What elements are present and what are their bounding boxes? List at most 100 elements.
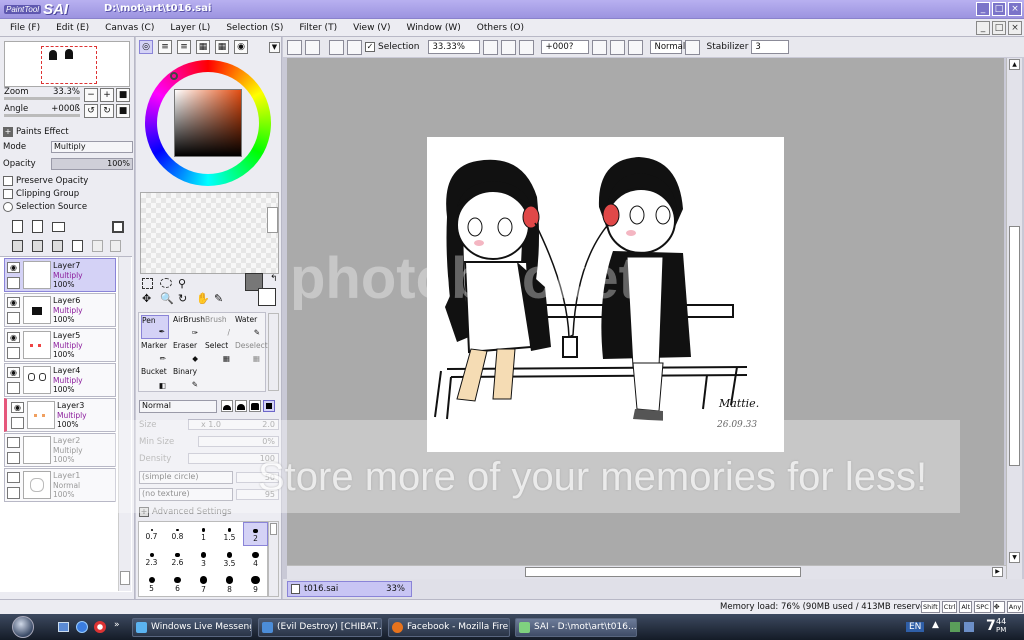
tool-marker[interactable]: Marker ✏ (141, 341, 169, 365)
scratchpad[interactable] (140, 192, 279, 274)
scroll-down-icon[interactable]: ▼ (1009, 552, 1020, 563)
brush-blend-select[interactable]: Normal (139, 400, 217, 413)
color-wheel-tab-icon[interactable]: ◎ (139, 40, 153, 54)
menu-selection[interactable]: Selection (S) (226, 23, 283, 33)
brush-hard-icon[interactable] (221, 400, 233, 412)
saturation-value-square[interactable] (174, 89, 242, 157)
menu-filter[interactable]: Filter (T) (299, 23, 337, 33)
brush-square-icon[interactable] (263, 400, 275, 412)
new-layer-icon[interactable] (12, 220, 23, 233)
tool-binary[interactable]: Binary ✎ (173, 367, 201, 391)
swap-colors-icon[interactable]: ↰ (270, 274, 278, 284)
brush-size-preset[interactable]: 1.5 (217, 522, 242, 546)
navigator-preview[interactable] (4, 41, 130, 87)
show-desktop-icon[interactable] (58, 622, 69, 632)
brush-size-preset[interactable]: 7 (191, 572, 216, 596)
close-button[interactable]: × (1008, 2, 1022, 16)
merge-down-icon[interactable] (32, 240, 43, 252)
zoom-slider[interactable] (4, 97, 80, 100)
brush-texture-value[interactable]: 95 (236, 489, 279, 500)
brush-size-preset[interactable]: 2.3 (139, 547, 164, 571)
nav-rotate-reset-button[interactable]: ■ (116, 104, 130, 118)
quicklaunch-more-icon[interactable]: » (114, 620, 120, 630)
selection-checkbox[interactable]: ✓ (365, 42, 375, 52)
rect-select-icon[interactable] (142, 278, 153, 289)
clock-ampm[interactable]: PM (996, 626, 1006, 634)
pen-lock-icon[interactable] (7, 382, 20, 394)
pen-lock-icon[interactable] (7, 487, 20, 499)
brush-size-preset[interactable]: 3 (191, 547, 216, 571)
new-folder-icon[interactable] (52, 222, 65, 232)
zoom-in-button[interactable] (501, 39, 517, 55)
layer-list-scrollbar[interactable] (118, 257, 131, 591)
menu-view[interactable]: View (V) (353, 23, 390, 33)
density-slider[interactable]: 100 (188, 453, 279, 464)
nav-zoom-out-button[interactable]: − (84, 88, 98, 102)
menu-file[interactable]: File (F) (10, 23, 40, 33)
language-indicator[interactable]: EN (906, 622, 925, 632)
brush-size-preset[interactable]: 2.6 (165, 547, 190, 571)
tool-grid-scrollbar[interactable] (268, 313, 279, 391)
rotate-left-button[interactable] (592, 39, 608, 55)
size-presets-scrollbar[interactable] (268, 521, 279, 597)
doc-restore-button[interactable]: □ (992, 21, 1006, 35)
nav-rotate-right-button[interactable]: ↻ (100, 104, 114, 118)
angle-select[interactable]: +000? (541, 40, 590, 54)
tool-deselect[interactable]: Deselect ▦ (235, 341, 268, 365)
maximize-button[interactable]: □ (992, 2, 1006, 16)
delete-layer-icon[interactable] (72, 240, 83, 252)
brush-size-preset[interactable]: 8 (217, 572, 242, 596)
angle-slider[interactable] (4, 114, 80, 117)
task-messenger[interactable]: Windows Live Messenger (132, 618, 252, 637)
selection-source-checkbox[interactable] (3, 202, 13, 212)
clock-hour[interactable]: 7 (986, 618, 996, 634)
vertical-scroll-thumb[interactable] (1009, 226, 1020, 466)
clear-layer-icon[interactable] (52, 240, 63, 252)
scroll-right-icon[interactable]: ▶ (992, 567, 1003, 577)
start-orb-button[interactable] (12, 616, 34, 638)
tool-eraser[interactable]: Eraser ◆ (173, 341, 201, 365)
apply-mask-icon[interactable] (92, 240, 103, 252)
lasso-icon[interactable] (160, 278, 172, 288)
visibility-eye-icon[interactable]: ◉ (7, 297, 20, 308)
delete-mask-icon[interactable] (110, 240, 121, 252)
size-slider[interactable]: x 1.0 2.0 (188, 419, 279, 430)
rotate-tool-icon[interactable]: ↻ (178, 292, 187, 305)
new-linework-layer-icon[interactable] (32, 220, 43, 233)
hsv-slider-tab-icon[interactable]: ≡ (177, 40, 191, 54)
tray-network-icon[interactable] (950, 622, 960, 632)
menu-canvas[interactable]: Canvas (C) (105, 23, 154, 33)
move-icon[interactable]: ✥ (142, 292, 151, 305)
panel-menu-chevron-icon[interactable]: ▼ (269, 42, 280, 53)
layer-item[interactable]: Layer2 Multiply 100% (4, 433, 116, 467)
preserve-opacity-checkbox[interactable] (3, 176, 13, 186)
hue-handle[interactable] (170, 72, 178, 80)
layer-item[interactable]: ◉ Layer7 Multiply 100% (4, 258, 116, 292)
task-sai[interactable]: SAI - D:\mot\art\t016.... (515, 618, 637, 637)
clock-minute[interactable]: 44 (996, 617, 1006, 626)
secondary-color-swatch[interactable] (258, 288, 276, 306)
transfer-down-icon[interactable] (12, 240, 23, 252)
menu-others[interactable]: Others (O) (477, 23, 524, 33)
layer-item[interactable]: Layer1 Normal 100% (4, 468, 116, 502)
layer-item[interactable]: ◉ Layer4 Multiply 100% (4, 363, 116, 397)
visibility-eye-icon[interactable]: ◉ (7, 332, 20, 343)
minimize-button[interactable]: _ (976, 2, 990, 16)
doc-close-button[interactable]: × (1008, 21, 1022, 35)
scroll-up-icon[interactable]: ▲ (1009, 59, 1020, 70)
brush-size-preset[interactable]: 3.5 (217, 547, 242, 571)
task-chibat[interactable]: (Evil Destroy) [CHIBAT... (258, 618, 382, 637)
nav-rotate-left-button[interactable]: ↺ (84, 104, 98, 118)
pen-lock-icon[interactable] (7, 452, 20, 464)
brush-soft-icon[interactable] (235, 400, 247, 412)
zoom-out-button[interactable] (483, 39, 499, 55)
ie-icon[interactable] (76, 621, 88, 633)
visibility-eye-icon[interactable]: ◉ (7, 367, 20, 378)
brush-size-preset[interactable]: 0.8 (165, 522, 190, 546)
nav-zoom-reset-button[interactable]: ■ (116, 88, 130, 102)
canvas-paper[interactable]: Mattie. 26.09.33 (427, 137, 784, 452)
visibility-eye-icon[interactable]: ◉ (7, 262, 20, 273)
horizontal-scroll-thumb[interactable] (525, 567, 801, 577)
menu-window[interactable]: Window (W) (406, 23, 460, 33)
layer-item[interactable]: ◉ Layer3 Multiply 100% (4, 398, 116, 432)
